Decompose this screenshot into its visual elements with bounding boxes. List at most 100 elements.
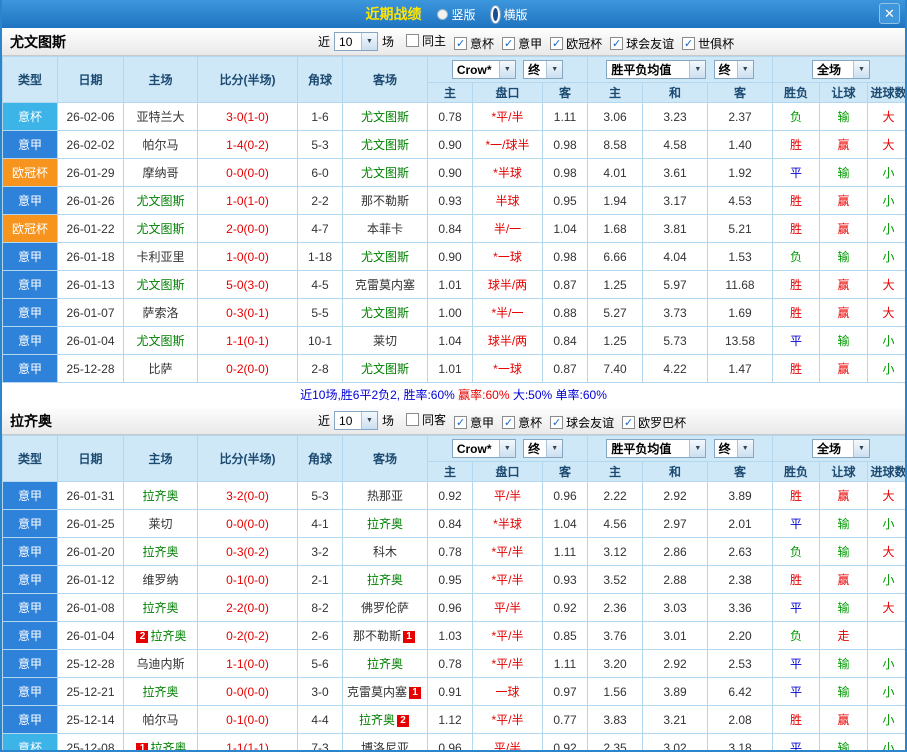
handicap-result-cell: 赢 [819, 298, 868, 327]
league-filter-球会友谊[interactable]: ✓ 球会友谊 [550, 414, 614, 431]
col-avg-draw: 和 [642, 82, 708, 103]
team-name[interactable]: 尤文图斯 [361, 138, 409, 152]
team-name[interactable]: 尤文图斯 [361, 306, 409, 320]
away-odds: 1.11 [542, 102, 588, 131]
odds-stage-select[interactable]: 终 ▼ [523, 439, 564, 458]
team-name[interactable]: 克雷莫内塞 [355, 278, 415, 292]
checkbox-icon[interactable]: ✓ [550, 36, 564, 50]
team-name[interactable]: 佛罗伦萨 [361, 601, 409, 615]
team-name[interactable]: 尤文图斯 [136, 222, 184, 236]
team-name[interactable]: 尤文图斯 [361, 250, 409, 264]
team-name[interactable]: 拉齐奥 [150, 741, 186, 750]
odds-source-select[interactable]: Crow* ▼ [451, 60, 516, 79]
team-name[interactable]: 拉齐奥 [142, 489, 178, 503]
league-filter-欧罗巴杯[interactable]: ✓ 欧罗巴杯 [622, 414, 686, 431]
team-name[interactable]: 莱切 [373, 334, 397, 348]
team-name[interactable]: 维罗纳 [142, 573, 178, 587]
team-name[interactable]: 拉齐奥 [367, 573, 403, 587]
select-value: 10 [339, 34, 353, 49]
team-name[interactable]: 拉齐奥 [367, 657, 403, 671]
checkbox-icon[interactable] [406, 33, 420, 47]
checkbox-icon[interactable]: ✓ [502, 36, 516, 50]
team-name[interactable]: 那不勒斯 [353, 629, 401, 643]
league-filter-球会友谊[interactable]: ✓ 球会友谊 [610, 35, 674, 52]
league-filter-欧冠杯[interactable]: ✓ 欧冠杯 [550, 35, 602, 52]
team-name[interactable]: 拉齐奥 [359, 713, 395, 727]
league-type: 意甲 [2, 509, 58, 538]
avg-type-select[interactable]: 胜平负均值 ▼ [606, 60, 707, 79]
team-name[interactable]: 尤文图斯 [136, 278, 184, 292]
avg-home-odds: 8.58 [587, 130, 643, 159]
result-cell: 胜 [772, 186, 820, 215]
match-date: 25-12-08 [57, 733, 124, 750]
home-team-cell: 卡利亚里 [123, 242, 198, 271]
league-filter-世俱杯[interactable]: ✓ 世俱杯 [682, 35, 734, 52]
radio-vertical-layout[interactable]: 竖版 [437, 6, 476, 23]
result-cell: 胜 [772, 270, 820, 299]
radio-horizontal-layout[interactable]: 横版 [489, 4, 528, 24]
team-name[interactable]: 帕尔马 [142, 138, 178, 152]
team-name[interactable]: 拉齐奥 [150, 629, 186, 643]
league-filter-意甲[interactable]: ✓ 意甲 [502, 35, 542, 52]
match-count-select[interactable]: 10 ▼ [334, 411, 379, 430]
team-name[interactable]: 拉齐奥 [142, 545, 178, 559]
checkbox-icon[interactable]: ✓ [502, 415, 516, 429]
avg-stage-select[interactable]: 终 ▼ [713, 439, 754, 458]
goals-result-cell: 大 [867, 537, 905, 566]
team-name[interactable]: 本菲卡 [367, 222, 403, 236]
match-date: 26-01-07 [57, 298, 124, 327]
team-name[interactable]: 尤文图斯 [361, 110, 409, 124]
team-name[interactable]: 尤文图斯 [136, 194, 184, 208]
team-name[interactable]: 比萨 [148, 362, 172, 376]
checkbox-icon[interactable] [406, 412, 420, 426]
league-filter-意甲[interactable]: ✓ 意甲 [454, 414, 494, 431]
avg-type-select[interactable]: 胜平负均值 ▼ [606, 439, 707, 458]
radio-selected-icon[interactable] [489, 4, 501, 24]
checkbox-icon[interactable]: ✓ [550, 415, 564, 429]
team-name[interactable]: 博洛尼亚 [361, 741, 409, 750]
checkbox-icon[interactable]: ✓ [454, 36, 468, 50]
odds-stage-select[interactable]: 终 ▼ [523, 60, 564, 79]
team-name[interactable]: 乌迪内斯 [136, 657, 184, 671]
close-icon[interactable]: ✕ [879, 3, 900, 24]
match-count-select[interactable]: 10 ▼ [334, 32, 379, 51]
team-name[interactable]: 科木 [373, 545, 397, 559]
avg-controls: 胜平负均值 ▼ 终 ▼ [587, 435, 773, 462]
team-name[interactable]: 莱切 [148, 517, 172, 531]
league-filter-意杯[interactable]: ✓ 意杯 [502, 414, 542, 431]
col-corner: 角球 [297, 56, 343, 103]
team-name[interactable]: 帕尔马 [142, 713, 178, 727]
odds-source-select[interactable]: Crow* ▼ [451, 439, 516, 458]
team-name[interactable]: 热那亚 [367, 489, 403, 503]
team-name[interactable]: 尤文图斯 [136, 334, 184, 348]
scope-select[interactable]: 全场 ▼ [812, 60, 870, 79]
scope-select[interactable]: 全场 ▼ [812, 439, 870, 458]
team-name[interactable]: 拉齐奥 [142, 685, 178, 699]
avg-stage-select[interactable]: 终 ▼ [713, 60, 754, 79]
team-name[interactable]: 摩纳哥 [142, 166, 178, 180]
league-filter-同客[interactable]: 同客 [406, 411, 446, 428]
team-name[interactable]: 萨索洛 [142, 306, 178, 320]
league-type: 意甲 [2, 621, 58, 650]
team-name[interactable]: 尤文图斯 [361, 362, 409, 376]
team-name[interactable]: 尤文图斯 [361, 166, 409, 180]
radio-icon[interactable] [437, 8, 449, 20]
league-filter-意杯[interactable]: ✓ 意杯 [454, 35, 494, 52]
team-name[interactable]: 克雷莫内塞 [347, 685, 407, 699]
checkbox-icon[interactable]: ✓ [622, 415, 636, 429]
team-name[interactable]: 那不勒斯 [361, 194, 409, 208]
avg-away-odds: 2.20 [707, 621, 773, 650]
checkbox-icon[interactable]: ✓ [682, 36, 696, 50]
team-name[interactable]: 亚特兰大 [136, 110, 184, 124]
avg-away-odds: 1.40 [707, 130, 773, 159]
corners-cell: 10-1 [297, 326, 343, 355]
team-name[interactable]: 拉齐奥 [142, 601, 178, 615]
checkbox-icon[interactable]: ✓ [454, 415, 468, 429]
league-filter-同主[interactable]: 同主 [406, 32, 446, 49]
team-name[interactable]: 卡利亚里 [136, 250, 184, 264]
chevron-down-icon: ▼ [736, 61, 753, 78]
team-name[interactable]: 拉齐奥 [367, 517, 403, 531]
checkbox-icon[interactable]: ✓ [610, 36, 624, 50]
goals-result-cell: 小 [867, 677, 905, 706]
matches-table: 类型 日期 主场 比分(半场) 角球 客场 Crow* ▼ 终 ▼ 胜平负均值 ▼ 终… [2, 435, 905, 750]
